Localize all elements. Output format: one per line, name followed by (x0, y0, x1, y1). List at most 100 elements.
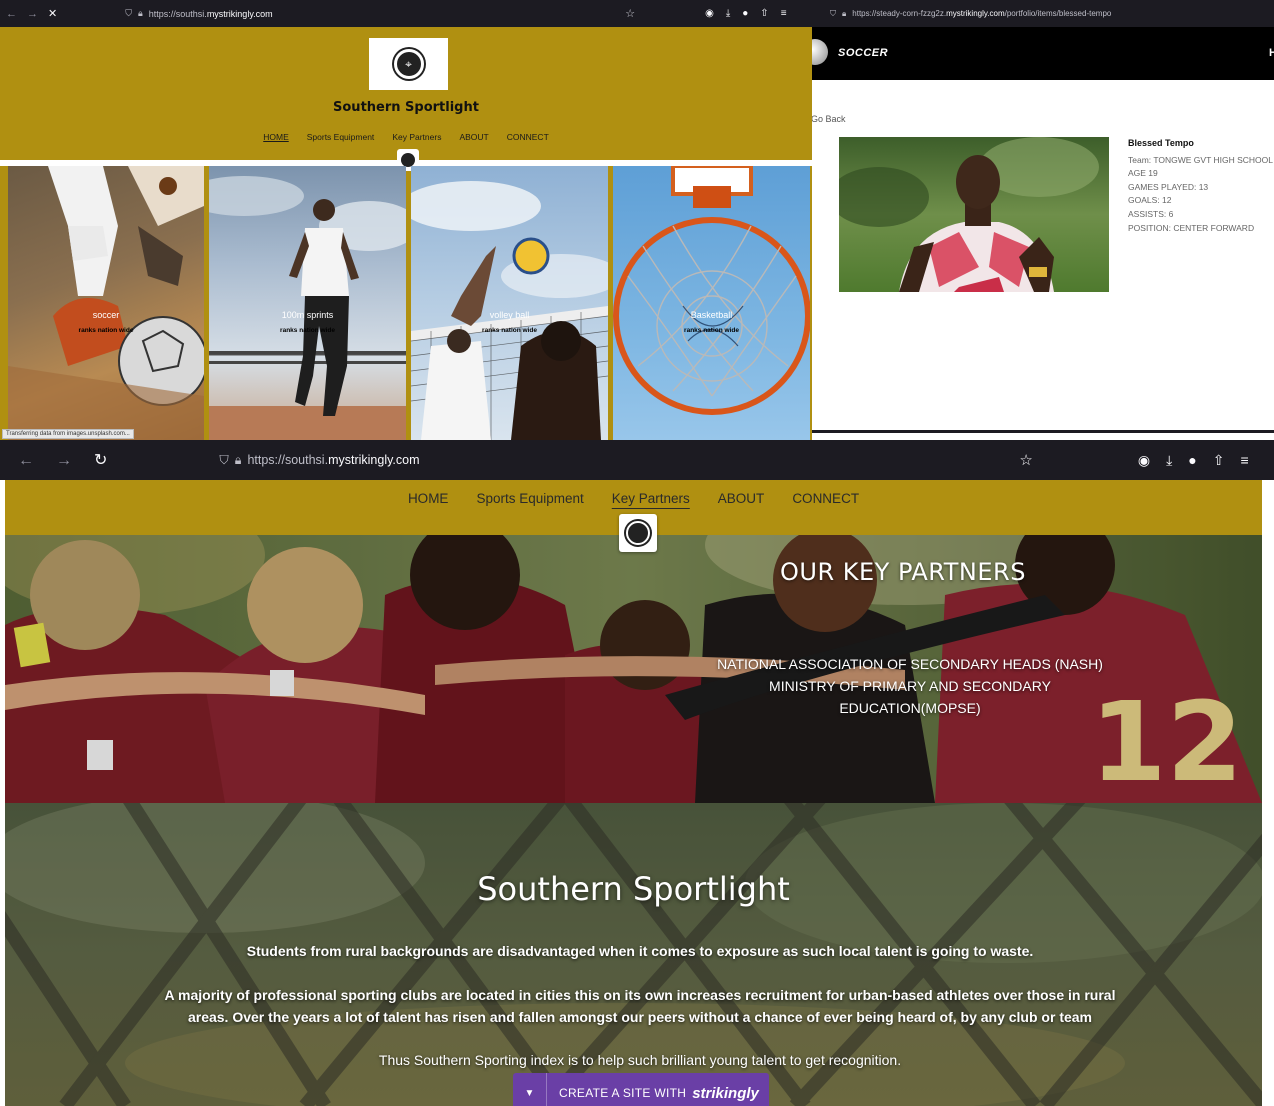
shield-icon: ⛉ (219, 452, 229, 467)
browser-toolbar: ← → ✕ ⛉ 🔒︎ https://southsi.mystrikingly.com… (0, 0, 812, 27)
nav-connect[interactable]: CONNECT (507, 132, 549, 142)
nav-key-partners[interactable]: Key Partners (392, 132, 441, 142)
forward-icon[interactable]: → (56, 452, 72, 469)
pocket-icon[interactable]: ◉ (705, 8, 714, 19)
tile-caption: Basketball (690, 310, 733, 320)
nav-buttons: ← → ✕ (6, 7, 67, 20)
bookmark-star-icon[interactable]: ☆ (1019, 451, 1032, 469)
url-bar[interactable]: ⛉ 🔒︎ https://southsi.mystrikingly.com (219, 453, 1019, 468)
nav-sports-equipment[interactable]: Sports Equipment (476, 491, 583, 535)
partners-list: NATIONAL ASSOCIATION OF SECONDARY HEADS … (700, 653, 1120, 719)
nav-home[interactable]: HOME (408, 491, 449, 535)
tile-soccer[interactable]: soccer ranks nation wide (8, 166, 204, 440)
back-icon[interactable]: ← (6, 8, 17, 20)
header-nav-item[interactable]: H (1269, 47, 1274, 59)
sprint-photo (209, 176, 406, 440)
url-domain: mystrikingly.com (946, 9, 1005, 18)
browser-toolbar: ← → ↻ ⛉ 🔒︎ https://southsi.mystrikingly.com… (0, 440, 1274, 480)
site-header: SOCCER H (812, 27, 1274, 80)
browser-toolbar: ⛉ 🔒︎ https://steady-corn-fzzg2z.mystrikin… (812, 0, 1274, 27)
tile-basketball[interactable]: Basketball ranks nation wide (613, 166, 810, 440)
player-games: GAMES PLAYED: 13 (1128, 181, 1209, 192)
partner-item: MINISTRY OF PRIMARY AND SECONDARY (769, 678, 1051, 694)
chevron-down-icon[interactable]: ▼ (513, 1073, 547, 1106)
forward-icon[interactable]: → (27, 8, 38, 20)
window-edge (812, 430, 1274, 433)
create-site-button[interactable]: ▼ CREATE A SITE WITH strikingly (513, 1073, 769, 1106)
nav-buttons: ← → ↻ (18, 450, 129, 470)
download-icon[interactable]: ⤓ (1166, 452, 1172, 469)
nav-connect[interactable]: CONNECT (792, 491, 859, 535)
about-paragraph-3: Thus Southern Sporting index is to help … (378, 1052, 902, 1068)
main-nav: HOME Sports Equipment Key Partners ABOUT… (0, 132, 812, 142)
player-photo-graphic (839, 137, 1109, 292)
url-domain: mystrikingly.com (328, 453, 420, 467)
status-bar: Transferring data from images.unsplash.c… (2, 429, 134, 439)
url-bar[interactable]: ⛉ 🔒︎ https://steady-corn-fzzg2z.mystrikin… (830, 9, 1111, 19)
download-icon[interactable]: ⤓ (726, 8, 730, 19)
tile-caption: 100m sprints (281, 310, 334, 320)
menu-icon[interactable]: ≡ (781, 8, 787, 19)
tile-subcaption: ranks nation wide (78, 327, 134, 334)
nav-about[interactable]: ABOUT (718, 491, 765, 535)
site-title: Southern Sportlight (333, 100, 479, 115)
tile-caption: volley ball (489, 310, 530, 320)
player-assists: ASSISTS: 6 (1128, 208, 1174, 219)
player-goals: GOALS: 12 (1128, 195, 1172, 206)
basketball-hoop-photo (613, 166, 810, 415)
about-paragraph-2: A majority of professional sporting club… (164, 987, 1116, 1025)
url-suffix: /portfolio/items/blessed-tempo (1004, 9, 1112, 18)
menu-icon[interactable]: ≡ (1240, 452, 1248, 468)
about-paragraph-1: Students from rural backgrounds are disa… (246, 943, 1034, 959)
logo-icon (626, 521, 650, 545)
shield-icon: ⛉ (125, 8, 132, 18)
cta-text: CREATE A SITE WITH (559, 1086, 687, 1100)
bookmark-star-icon[interactable]: ☆ (625, 7, 635, 20)
player-name: Blessed Tempo (1128, 138, 1194, 148)
nav-about[interactable]: ABOUT (459, 132, 488, 142)
go-back-link[interactable]: Go Back (812, 114, 846, 124)
soccer-ball-icon (812, 39, 828, 65)
tile-caption: soccer (92, 310, 120, 320)
pocket-icon[interactable]: ◉ (1138, 452, 1150, 469)
shield-icon: ⛉ (830, 8, 836, 18)
url-prefix: https://southsi. (148, 8, 207, 19)
soccer-photo (8, 166, 204, 440)
extension-icon[interactable]: ● (1188, 452, 1196, 468)
nav-logo-badge[interactable] (619, 514, 657, 552)
player-photo (839, 137, 1109, 292)
share-icon[interactable]: ⇧ (1213, 452, 1225, 469)
site-logo[interactable]: ⌖ (369, 38, 448, 90)
lock-icon: 🔒︎ (234, 452, 242, 467)
tile-subcaption: ranks nation wide (280, 327, 335, 334)
toolbar-icons: ◉ ⤓ ● ⇧ ≡ (1138, 452, 1249, 469)
brand-label[interactable]: SOCCER (838, 47, 888, 59)
share-icon[interactable]: ⇧ (760, 8, 768, 19)
player-details: Blessed Tempo Team: TONGWE GVT HIGH SCHO… (1128, 137, 1273, 235)
tile-sprint[interactable]: 100m sprints ranks nation wide (209, 166, 406, 440)
url-bar[interactable]: ⛉ 🔒︎ https://southsi.mystrikingly.com (125, 8, 585, 19)
close-icon[interactable]: ✕ (48, 8, 57, 20)
back-icon[interactable]: ← (18, 452, 34, 469)
tile-volleyball[interactable]: volley ball ranks nation wide (411, 166, 608, 440)
url-domain: mystrikingly.com (206, 8, 273, 19)
about-title: Southern Sportlight (477, 870, 790, 908)
key-partners-window: ← → ↻ ⛉ 🔒︎ https://southsi.mystrikingly.com… (0, 440, 1274, 1106)
strikingly-logo: strikingly (692, 1084, 759, 1102)
extension-icon[interactable]: ● (742, 8, 748, 19)
partner-item: EDUCATION(MOPSE) (839, 700, 981, 716)
player-team: Team: TONGWE GVT HIGH SCHOOL (1128, 154, 1273, 165)
lock-icon: 🔒︎ (842, 8, 847, 18)
tile-subcaption: ranks nation wide (482, 327, 537, 334)
player-position: POSITION: CENTER FORWARD (1128, 222, 1255, 233)
nav-home[interactable]: HOME (263, 132, 289, 142)
logo-icon (401, 153, 415, 167)
toolbar-icons: ◉ ⤓ ● ⇧ ≡ (705, 8, 786, 19)
url-prefix: https://southsi. (247, 453, 329, 467)
nav-sports-equipment[interactable]: Sports Equipment (307, 132, 375, 142)
tile-subcaption: ranks nation wide (684, 327, 739, 334)
url-prefix: https://steady-corn-fzzg2z. (852, 9, 947, 18)
reload-icon[interactable]: ↻ (94, 452, 107, 469)
pin-icon: ⌖ (393, 49, 424, 79)
homepage-window: ← → ✕ ⛉ 🔒︎ https://southsi.mystrikingly.com… (0, 0, 812, 440)
